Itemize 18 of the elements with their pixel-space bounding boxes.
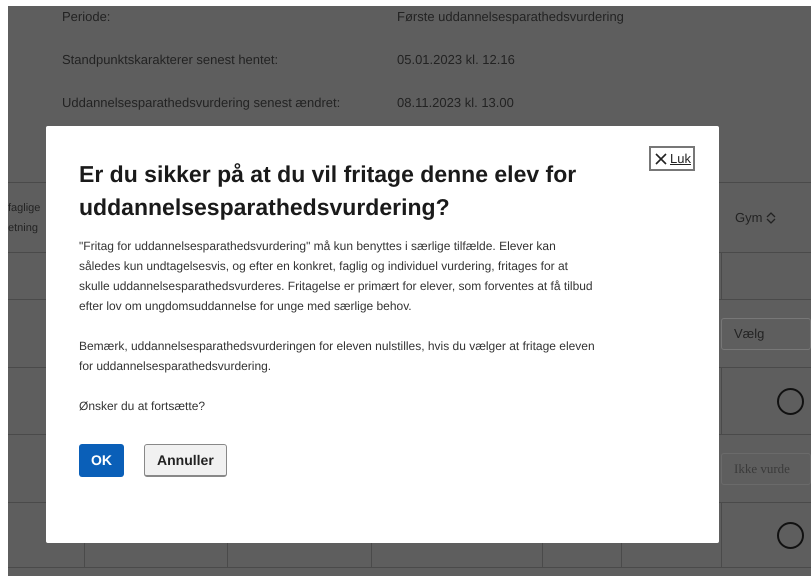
dialog-title: Er du sikker på at du vil fritage denne elev for uddannelsesparathedsvurdering? — [79, 160, 578, 222]
info-value: Første uddannelsesparathedsvurdering — [397, 8, 624, 26]
info-value: 05.01.2023 kl. 12.16 — [397, 51, 515, 70]
info-label: Standpunktskarakterer senest hentet: — [62, 51, 280, 70]
close-button[interactable]: Luk — [649, 146, 695, 171]
column-header: faglige etning — [8, 200, 42, 236]
cancel-button[interactable]: Annuller — [144, 444, 227, 477]
info-value: 08.11.2023 kl. 13.00 — [397, 94, 514, 112]
dialog-text: Bemærk, uddannelsesparathedsvurderingen for eleven nulstilles, hvis du vælger at fritage eleven for uddannelsesparathedsvurdering. — [79, 338, 596, 375]
info-label: Uddannelsesparathedsvurdering senest ændret: — [62, 94, 342, 112]
dialog-text: "Fritag for uddannelsesparathedsvurdering" må kun benyttes i særlige tilfælde. Elever kan således kun undtagelsesvis, og efter en konkret, faglig og individuel vurdering, fritages for at skulle uddannelsesparathedsvurderes. Fritagelse er primært for elever, som forventes at få tilbud efter lov om ungdomsuddannelse for unge med særlige behov. — [79, 238, 594, 315]
radio-button[interactable] — [777, 388, 804, 414]
close-icon[interactable] — [655, 152, 668, 164]
ok-button[interactable]: OK — [79, 444, 124, 477]
dialog-text: Ønsker du at fortsætte? — [79, 398, 206, 415]
radio-button[interactable] — [777, 522, 804, 548]
sort-icon[interactable] — [766, 212, 776, 224]
info-label: Periode: — [62, 8, 112, 26]
